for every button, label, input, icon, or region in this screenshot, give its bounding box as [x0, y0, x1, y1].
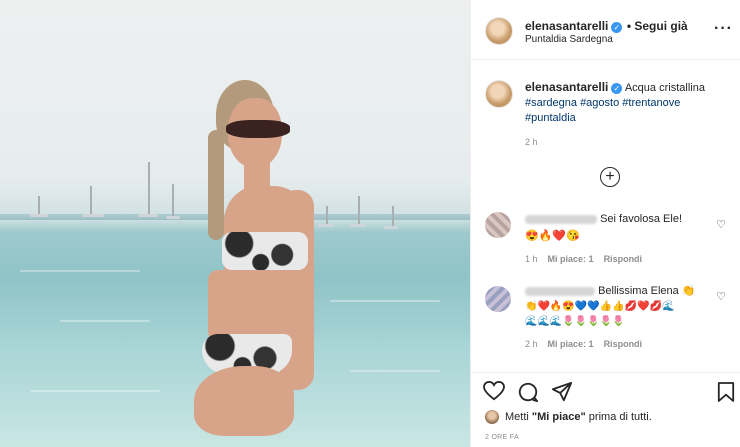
commenter-username-blurred[interactable]	[525, 286, 595, 296]
hashtag-link[interactable]: #agosto	[580, 97, 619, 109]
comment-emoji: 🌊🌊🌊🌷🌷🌷🌷🌷	[525, 316, 625, 327]
share-icon[interactable]	[551, 381, 573, 409]
comment-likes-link[interactable]: Mi piace: 1	[548, 339, 594, 349]
likes-prefix: Metti	[505, 410, 532, 423]
post-caption: elenasantarelli ✓ Acqua cristallina #sard…	[525, 80, 730, 150]
comment-like-heart-icon[interactable]: ♡	[716, 218, 726, 231]
bookmark-icon[interactable]	[717, 381, 735, 409]
comment-emoji: 👏	[681, 285, 696, 297]
hashtag-link[interactable]: #sardegna	[525, 97, 577, 109]
verified-badge-icon: ✓	[611, 22, 623, 33]
post-photo[interactable]	[0, 0, 470, 447]
post-header: elenasantarelli ✓ • Segui già Puntaldia S…	[471, 0, 740, 60]
post-side-panel: elenasantarelli ✓ • Segui già Puntaldia S…	[470, 0, 740, 447]
like-first-link[interactable]: "Mi piace"	[532, 411, 586, 423]
comment-time: 2 h	[525, 339, 538, 349]
user-avatar[interactable]	[485, 17, 513, 45]
username-link[interactable]: elenasantarelli	[525, 19, 608, 33]
caption-avatar[interactable]	[485, 80, 513, 108]
hashtag-link[interactable]: #trentanove	[622, 97, 680, 109]
comment-emoji: 😍🔥❤️😘	[525, 230, 580, 242]
hashtag-link[interactable]: #puntaldia	[525, 112, 576, 124]
comment-like-heart-icon[interactable]: ♡	[716, 290, 726, 303]
comment-time: 1 h	[525, 254, 538, 264]
verified-badge-icon: ✓	[611, 83, 623, 94]
liker-avatar	[485, 410, 499, 424]
heart-icon[interactable]	[483, 380, 505, 407]
comment-likes-link[interactable]: Mi piace: 1	[548, 254, 594, 264]
likes-suffix: prima di tutti.	[585, 410, 652, 423]
reply-button[interactable]: Rispondi	[604, 339, 643, 349]
post-date[interactable]: 2 ORE FA	[485, 434, 519, 441]
likes-summary: Metti "Mi piace" prima di tutti.	[485, 410, 652, 424]
add-circle-icon[interactable]: +	[600, 167, 620, 187]
location-link[interactable]: Puntaldia Sardegna	[525, 34, 613, 45]
woman-figure	[0, 0, 470, 447]
reply-button[interactable]: Rispondi	[604, 254, 643, 264]
caption-username[interactable]: elenasantarelli	[525, 80, 608, 94]
comment-emoji: 👏❤️🔥😍💙💙👍👍💋❤️💋🌊	[525, 301, 675, 312]
commenter-username-blurred[interactable]	[525, 214, 597, 224]
more-options-icon[interactable]: ···	[714, 20, 733, 38]
comment-icon[interactable]	[517, 381, 539, 409]
comment-text: Sei favolosa Ele!	[600, 213, 682, 225]
caption-time: 2 h	[525, 137, 538, 147]
caption-text: Acqua cristallina	[624, 82, 705, 94]
commenter-avatar[interactable]	[485, 212, 511, 238]
comment-text: Bellissima Elena	[598, 285, 679, 297]
commenter-avatar[interactable]	[485, 286, 511, 312]
follow-status-button[interactable]: • Segui già	[627, 19, 688, 33]
